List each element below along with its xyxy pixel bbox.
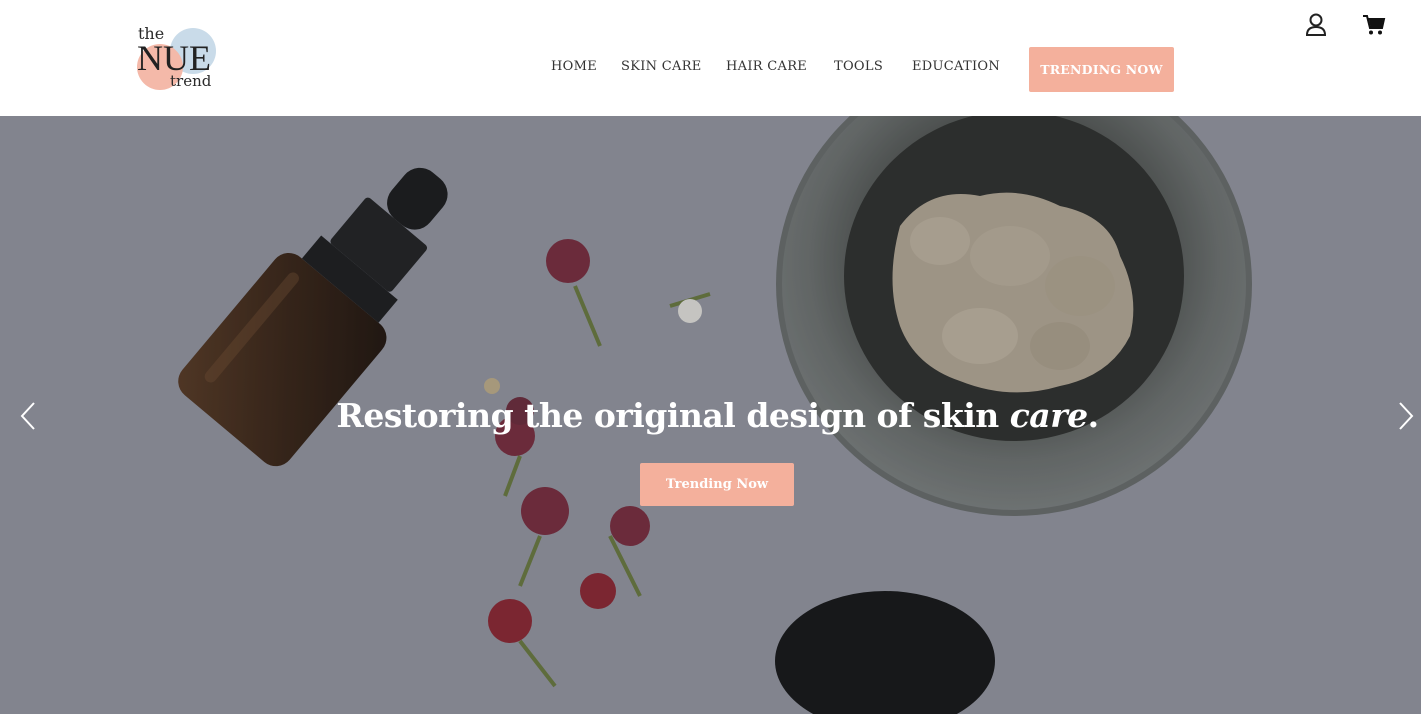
- chevron-right-icon[interactable]: [1394, 399, 1418, 433]
- nav-item-education[interactable]: EDUCATION: [912, 59, 1000, 74]
- logo-text-nue: NUE: [137, 38, 211, 78]
- nav-item-tools[interactable]: TOOLS: [834, 59, 883, 74]
- hero-headline: Restoring the original design of skin ca…: [0, 396, 1421, 435]
- logo-text-trend: trend: [170, 72, 212, 90]
- hero-headline-emphasis: care: [1009, 396, 1088, 435]
- cart-icon[interactable]: [1362, 14, 1386, 36]
- brand-logo[interactable]: the NUE trend: [134, 22, 224, 94]
- trending-now-hero-button[interactable]: Trending Now: [640, 463, 794, 506]
- site-header: the NUE trend HOME SKIN CARE HAIR CARE T…: [0, 0, 1421, 116]
- hero-slider: Restoring the original design of skin ca…: [0, 116, 1421, 714]
- hero-headline-text: Restoring the original design of skin: [336, 396, 1010, 435]
- nav-item-home[interactable]: HOME: [551, 59, 597, 74]
- hero-headline-end: .: [1087, 396, 1100, 435]
- nav-item-hair-care[interactable]: HAIR CARE: [726, 59, 807, 74]
- chevron-left-icon[interactable]: [16, 399, 40, 433]
- trending-now-nav-button[interactable]: TRENDING NOW: [1029, 47, 1174, 92]
- user-icon[interactable]: [1305, 13, 1327, 37]
- nav-item-skin-care[interactable]: SKIN CARE: [621, 59, 702, 74]
